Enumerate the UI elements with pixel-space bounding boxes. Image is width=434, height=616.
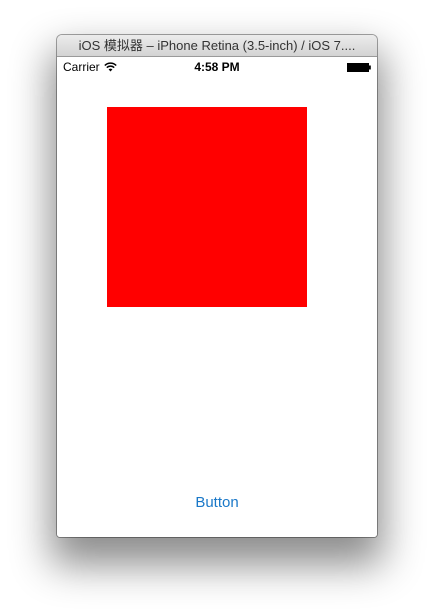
window-title[interactable]: iOS 模拟器 – iPhone Retina (3.5-inch) / iOS… <box>57 35 377 57</box>
status-bar: Carrier 4:58 PM <box>57 57 377 77</box>
simulator-window: iOS 模拟器 – iPhone Retina (3.5-inch) / iOS… <box>57 35 377 537</box>
device-screen: Carrier 4:58 PM Button <box>57 57 377 537</box>
status-time: 4:58 PM <box>194 60 240 74</box>
main-button[interactable]: Button <box>167 491 267 515</box>
red-square-view <box>107 107 307 307</box>
battery-icon <box>347 63 371 72</box>
